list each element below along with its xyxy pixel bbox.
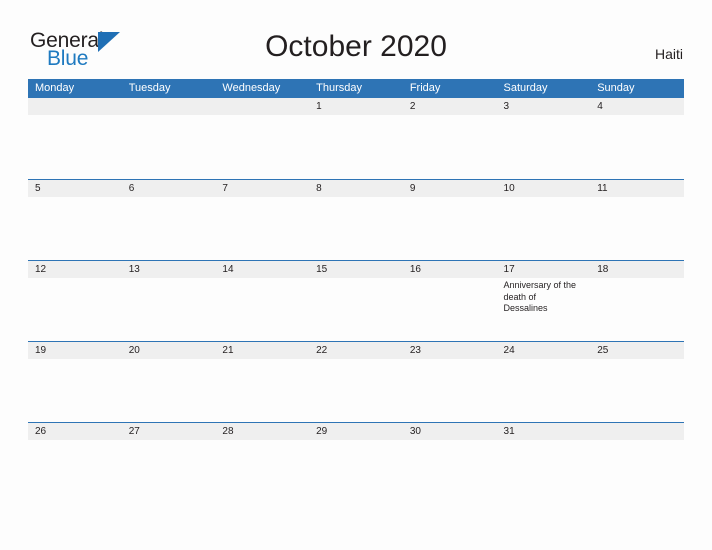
week-date-strip: 12 13 14 15 16 17 18 [28,260,684,278]
calendar-week-row: 5 6 7 8 9 10 11 [28,179,684,260]
calendar-week-row: 1 2 3 4 [28,97,684,179]
week-event-strip [28,197,684,260]
day-event [590,115,684,179]
day-event [309,440,403,503]
day-number[interactable]: 16 [403,261,497,278]
day-event [403,359,497,422]
weekday-header-row: Monday Tuesday Wednesday Thursday Friday… [28,79,684,97]
day-event [215,278,309,341]
week-date-strip: 5 6 7 8 9 10 11 [28,179,684,197]
day-event [215,359,309,422]
page-header: General Blue October 2020 Haiti [0,0,712,78]
day-number[interactable]: 9 [403,180,497,197]
day-number[interactable]: 13 [122,261,216,278]
day-number[interactable]: 19 [28,342,122,359]
day-number[interactable]: 28 [215,423,309,440]
day-number[interactable]: 10 [497,180,591,197]
day-number[interactable]: 3 [497,98,591,115]
day-event [403,197,497,260]
week-date-strip: 1 2 3 4 [28,97,684,115]
weekday-header-friday: Friday [409,82,441,94]
day-event [28,359,122,422]
day-event [28,115,122,179]
day-number[interactable]: 18 [590,261,684,278]
weekday-header-tuesday: Tuesday [128,82,171,94]
day-number[interactable]: 6 [122,180,216,197]
day-event [590,440,684,503]
day-event [215,115,309,179]
day-event [122,197,216,260]
day-event [590,197,684,260]
day-number[interactable]: 5 [28,180,122,197]
day-event [215,197,309,260]
day-number[interactable]: 31 [497,423,591,440]
day-number[interactable]: 14 [215,261,309,278]
day-event [497,115,591,179]
day-event [403,278,497,341]
day-number[interactable]: 8 [309,180,403,197]
page-title: October 2020 [265,30,447,63]
day-event [590,278,684,341]
weekday-header-thursday: Thursday [316,82,362,94]
day-number[interactable]: 29 [309,423,403,440]
day-event [497,359,591,422]
day-number[interactable] [590,423,684,440]
day-number[interactable]: 7 [215,180,309,197]
day-number[interactable]: 15 [309,261,403,278]
day-number[interactable]: 11 [590,180,684,197]
day-number[interactable]: 24 [497,342,591,359]
day-event [122,440,216,503]
day-event [309,359,403,422]
day-event [403,115,497,179]
day-number[interactable]: 23 [403,342,497,359]
day-number[interactable]: 22 [309,342,403,359]
day-number[interactable] [28,98,122,115]
day-event [28,278,122,341]
day-event [497,197,591,260]
calendar-grid: Monday Tuesday Wednesday Thursday Friday… [28,79,684,503]
weekday-header-wednesday: Wednesday [222,82,281,94]
day-event-holiday: Anniversary of the death of Dessalines [503,280,577,313]
week-date-strip: 26 27 28 29 30 31 [28,422,684,440]
day-number[interactable] [122,98,216,115]
day-number[interactable]: 26 [28,423,122,440]
week-event-strip [28,115,684,179]
day-event [309,278,403,341]
day-event [122,115,216,179]
week-date-strip: 19 20 21 22 23 24 25 [28,341,684,359]
week-event-strip: Anniversary of the death of Dessalines [28,278,684,341]
day-number[interactable]: 2 [403,98,497,115]
day-event [28,440,122,503]
day-number[interactable]: 20 [122,342,216,359]
day-event [497,440,591,503]
day-number[interactable]: 17 [497,261,591,278]
calendar-week-row: 19 20 21 22 23 24 25 [28,341,684,422]
calendar-week-row: 26 27 28 29 30 31 [28,422,684,503]
day-number[interactable]: 12 [28,261,122,278]
day-number[interactable]: 1 [309,98,403,115]
weekday-header-saturday: Saturday [503,82,548,94]
day-event [122,278,216,341]
weekday-header-monday: Monday [35,82,75,94]
week-event-strip [28,359,684,422]
day-number[interactable]: 30 [403,423,497,440]
day-event [309,197,403,260]
week-event-strip [28,440,684,503]
day-number[interactable]: 25 [590,342,684,359]
day-event [122,359,216,422]
calendar-week-row: 12 13 14 15 16 17 18 Anniversary of the … [28,260,684,341]
day-event [28,197,122,260]
weekday-header-sunday: Sunday [597,82,635,94]
day-number[interactable]: 21 [215,342,309,359]
day-number[interactable]: 27 [122,423,216,440]
day-event [590,359,684,422]
region-label: Haiti [654,46,683,62]
day-event [309,115,403,179]
day-number[interactable] [215,98,309,115]
day-event [215,440,309,503]
day-event [403,440,497,503]
day-number[interactable]: 4 [590,98,684,115]
